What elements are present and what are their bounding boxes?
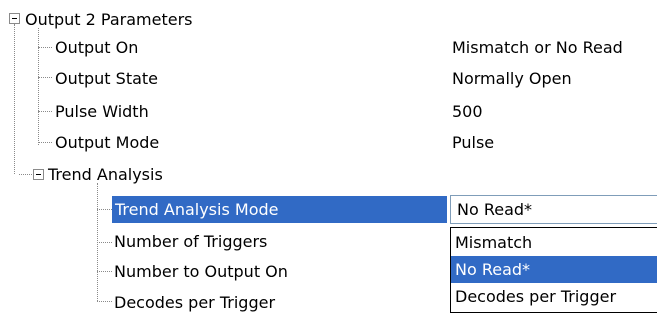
param-label: Number of Triggers (114, 232, 268, 251)
param-row-trend-analysis-mode[interactable]: Trend Analysis Mode (112, 196, 447, 223)
param-row-output-on[interactable]: Output On Mismatch or No Read (0, 33, 657, 62)
dropdown-option-decodes-per-trigger[interactable]: Decodes per Trigger (451, 283, 657, 310)
param-value[interactable]: Normally Open (452, 64, 572, 93)
param-label: Number to Output On (114, 262, 288, 281)
tree-node-output-2[interactable]: Output 2 Parameters (0, 5, 657, 34)
param-value[interactable]: 500 (452, 97, 483, 126)
param-label: Output State (55, 69, 159, 88)
tree-node-label: Output 2 Parameters (25, 10, 193, 29)
tree-node-trend-analysis[interactable]: Trend Analysis (0, 160, 657, 189)
dropdown-option-mismatch[interactable]: Mismatch (451, 229, 657, 256)
param-row-pulse-width[interactable]: Pulse Width 500 (0, 97, 657, 126)
dropdown-option-no-read[interactable]: No Read* (451, 256, 657, 283)
param-label: Pulse Width (55, 102, 149, 121)
trend-mode-combo[interactable]: No Read* (450, 195, 657, 224)
param-value[interactable]: Pulse (452, 128, 494, 157)
param-label: Output Mode (55, 133, 160, 152)
param-value[interactable]: Mismatch or No Read (452, 33, 623, 62)
param-row-output-mode[interactable]: Output Mode Pulse (0, 128, 657, 157)
param-label: Decodes per Trigger (114, 293, 276, 312)
param-label: Output On (55, 38, 139, 57)
param-label: Trend Analysis Mode (115, 200, 279, 219)
param-row-output-state[interactable]: Output State Normally Open (0, 64, 657, 93)
combo-value: No Read* (457, 200, 533, 219)
tree-node-label: Trend Analysis (48, 165, 163, 184)
tree-line-h (97, 209, 112, 210)
trend-mode-dropdown-list[interactable]: Mismatch No Read* Decodes per Trigger (450, 227, 657, 313)
